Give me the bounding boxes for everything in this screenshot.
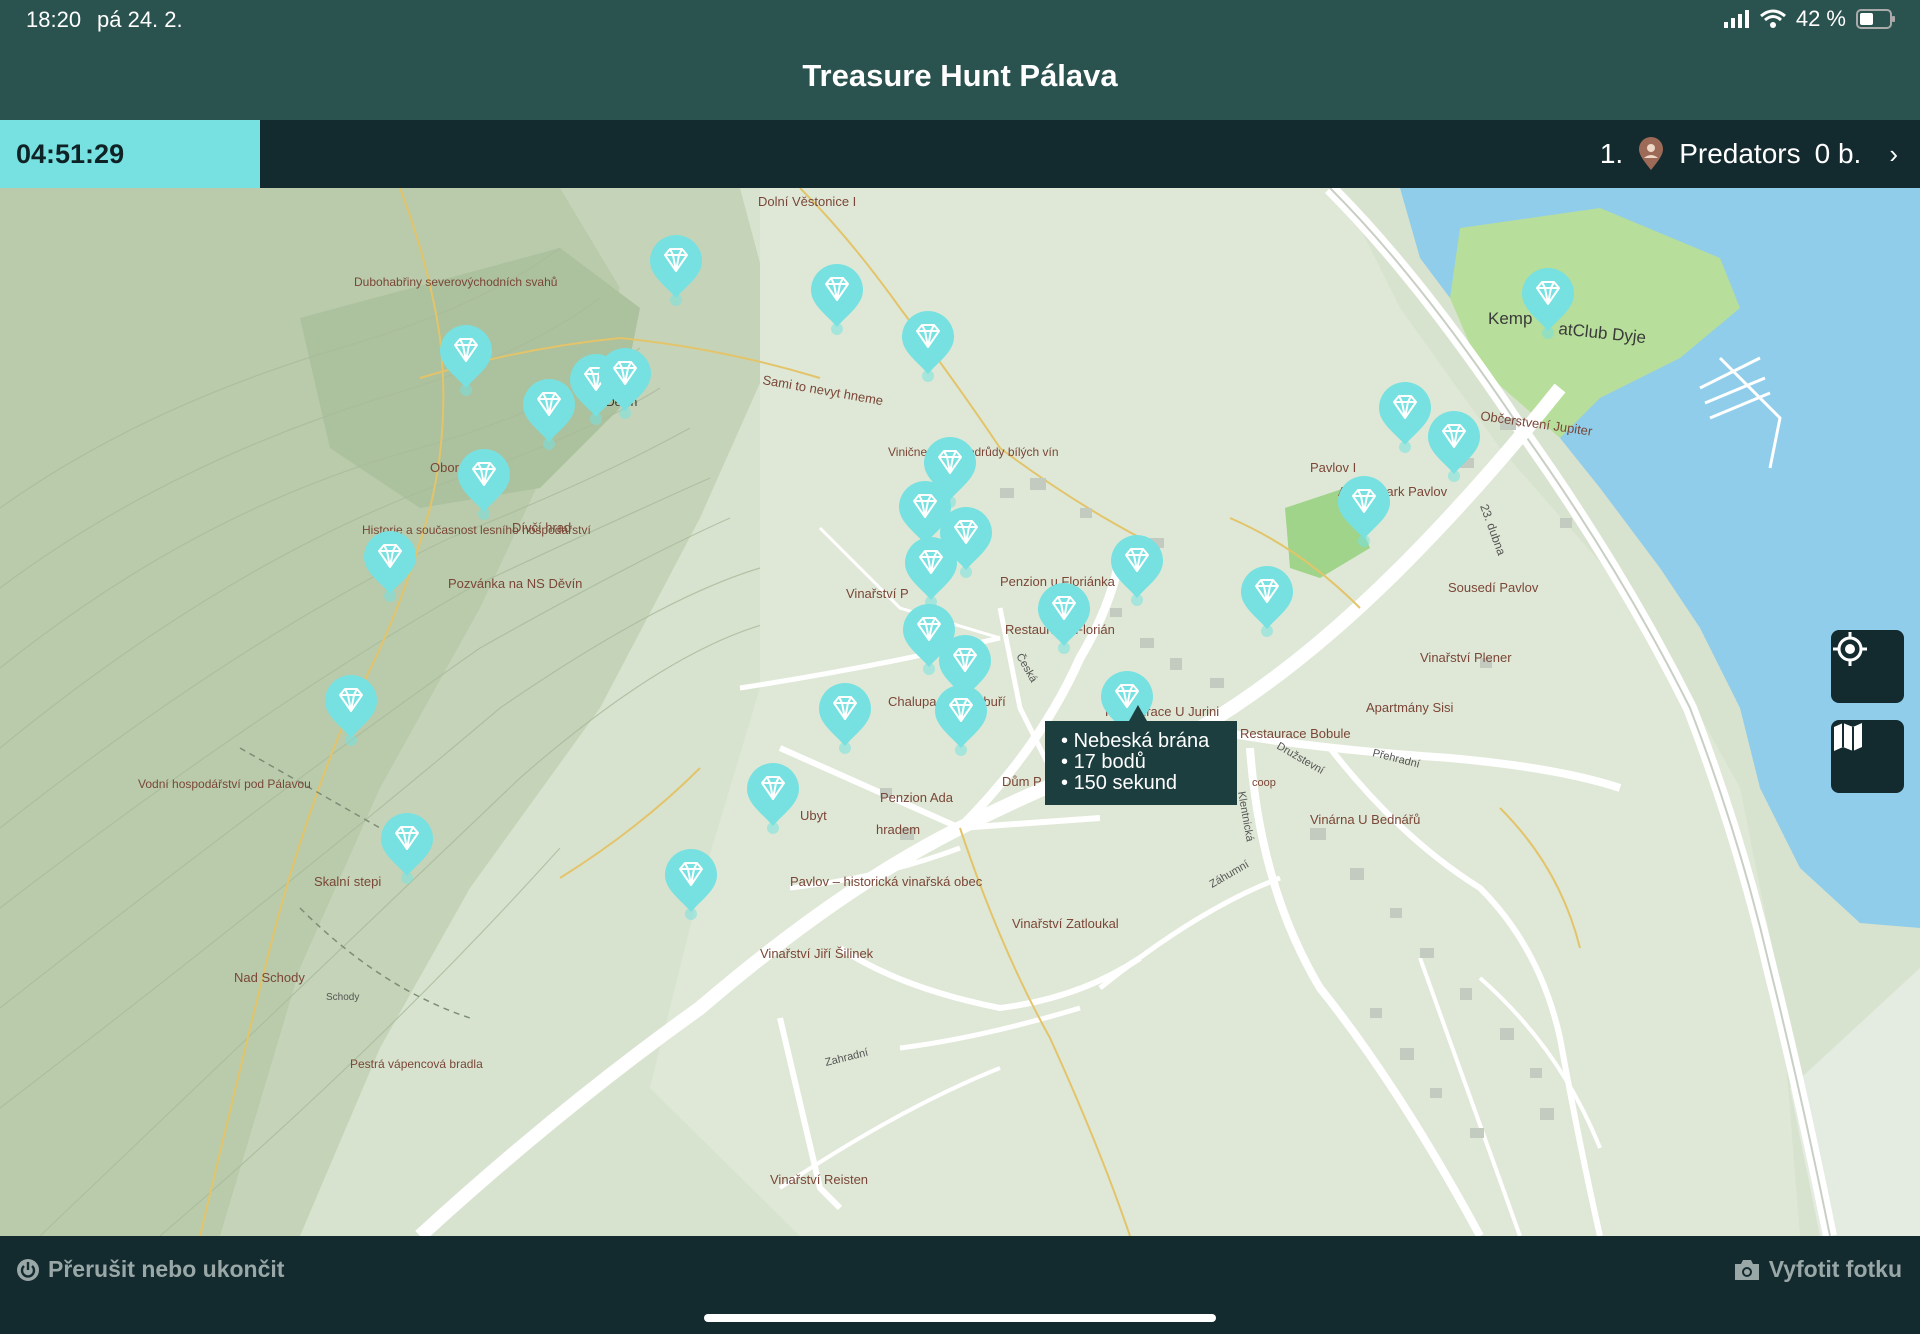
map-label: Dolní Věstonice I	[758, 194, 856, 209]
diamond-marker-icon[interactable]	[817, 682, 873, 754]
map-label: Vinařství Reisten	[770, 1172, 868, 1187]
countdown-timer: 04:51:29	[0, 120, 260, 188]
map-label: Vinařství Zatloukal	[1012, 916, 1119, 931]
map-label: Vinárna U Bednářů	[1310, 812, 1420, 827]
app-header: Treasure Hunt Pálava	[0, 40, 1920, 120]
map-label: Schody	[326, 992, 359, 1003]
map-label: Pozvánka na NS Děvín	[448, 576, 582, 591]
map-label: 23. dubna	[1477, 502, 1509, 557]
status-bar: 18:20 pá 24. 2. 42 %	[0, 0, 1920, 40]
map-label: Záhumní	[1208, 858, 1252, 890]
status-indicators: 42 %	[1723, 6, 1896, 32]
status-time: 18:20	[26, 7, 82, 32]
diamond-marker-icon[interactable]	[1336, 475, 1392, 547]
map-label: Ubyt	[800, 808, 827, 823]
map-label: Česká	[1013, 651, 1040, 685]
photo-label: Vyfotit fotku	[1768, 1256, 1902, 1282]
battery-percent: 42 %	[1795, 6, 1846, 31]
diamond-marker-icon[interactable]	[900, 310, 956, 382]
locate-icon	[1833, 632, 1867, 666]
map-label: Skalní stepi	[314, 874, 381, 889]
battery-icon	[1856, 9, 1895, 29]
diamond-marker-icon[interactable]	[745, 762, 801, 834]
map-layers-button[interactable]	[1831, 720, 1904, 793]
diamond-marker-icon[interactable]	[438, 324, 494, 396]
page-title: Treasure Hunt Pálava	[802, 58, 1118, 93]
diamond-marker-icon[interactable]	[456, 448, 512, 520]
quit-label: Přerušit nebo ukončit	[48, 1256, 285, 1282]
map-label: Nad Schody	[234, 970, 305, 985]
tooltip-points: 17 bodů	[1061, 752, 1237, 773]
diamond-marker-icon[interactable]	[1377, 381, 1433, 453]
map-label: Pestrá vápencová bradla	[350, 1057, 483, 1071]
home-indicator	[704, 1314, 1216, 1322]
map-label: Restaurace Bobule	[1240, 726, 1351, 741]
map-icon	[1834, 723, 1862, 751]
treasure-tooltip[interactable]: Nebeská brána 17 bodů 150 sekund	[1045, 705, 1237, 805]
diamond-marker-icon[interactable]	[1426, 410, 1482, 482]
map-label: Sousedí Pavlov	[1448, 580, 1539, 595]
chevron-right-icon: ›	[1889, 138, 1898, 169]
diamond-marker-icon[interactable]	[903, 536, 959, 608]
map-label: Klentnická	[1235, 790, 1256, 843]
map-label: Penzion Ada	[880, 790, 954, 805]
map-label: Pavlov I	[1310, 460, 1356, 475]
wifi-icon	[1759, 9, 1786, 28]
map-label: Občerstvení Jupiter	[1480, 408, 1594, 439]
map-label: Přehradní	[1371, 747, 1421, 770]
map-label: Dům P	[1002, 774, 1042, 789]
map-label: hradem	[876, 822, 920, 837]
diamond-marker-icon[interactable]	[809, 263, 865, 335]
team-rank: 1.	[1599, 138, 1624, 169]
diamond-marker-icon[interactable]	[323, 674, 379, 746]
map-label: Apartmány Sisi	[1366, 700, 1454, 715]
team-standing[interactable]: 1. Predators 0 b. ›	[1600, 120, 1898, 188]
map-label: Zahradní	[824, 1047, 870, 1069]
tooltip-time: 150 sekund	[1061, 773, 1237, 794]
locate-button[interactable]	[1831, 630, 1904, 703]
tooltip-name: Nebeská brána	[1061, 731, 1237, 752]
camera-icon	[1734, 1259, 1759, 1280]
map-label: Sami to nevyt hneme	[761, 372, 884, 408]
team-pin-icon	[1639, 137, 1664, 170]
status-date: pá 24. 2.	[97, 7, 183, 32]
diamond-marker-icon[interactable]	[362, 530, 418, 602]
diamond-marker-icon[interactable]	[1036, 582, 1092, 654]
diamond-marker-icon[interactable]	[1109, 534, 1165, 606]
diamond-marker-icon[interactable]	[597, 347, 653, 419]
take-photo-button[interactable]: Vyfotit fotku	[1733, 1256, 1902, 1283]
map-label: Vinařství Plener	[1420, 650, 1512, 665]
signal-icon	[1723, 10, 1749, 28]
diamond-marker-icon[interactable]	[933, 684, 989, 756]
map-view[interactable]: Dolní Věstonice I Dubohabřiny severových…	[0, 188, 1920, 1236]
map-label: Vinařství Jiří Šilinek	[760, 946, 874, 961]
quit-button[interactable]: Přerušit nebo ukončit	[16, 1256, 284, 1283]
game-info-bar: 04:51:29 1. Predators 0 b. ›	[0, 120, 1920, 188]
diamond-marker-icon[interactable]	[648, 234, 704, 306]
map-label: Dubohabřiny severovýchodních svahů	[354, 275, 557, 289]
map-label: Družstevní	[1275, 740, 1327, 777]
diamond-marker-icon[interactable]	[663, 848, 719, 920]
power-icon	[17, 1258, 39, 1281]
map-label: Pavlov – historická vinařská obec	[790, 874, 983, 889]
map-label: Vodní hospodářství pod Pálavou	[138, 777, 311, 791]
diamond-marker-icon[interactable]	[379, 812, 435, 884]
team-name: Predators	[1679, 138, 1801, 169]
diamond-marker-icon[interactable]	[1520, 267, 1576, 339]
diamond-marker-icon[interactable]	[1239, 565, 1295, 637]
map-label: Vinařství P	[846, 586, 909, 601]
team-score: 0 b.	[1814, 138, 1862, 169]
map-label: coop	[1252, 777, 1276, 789]
